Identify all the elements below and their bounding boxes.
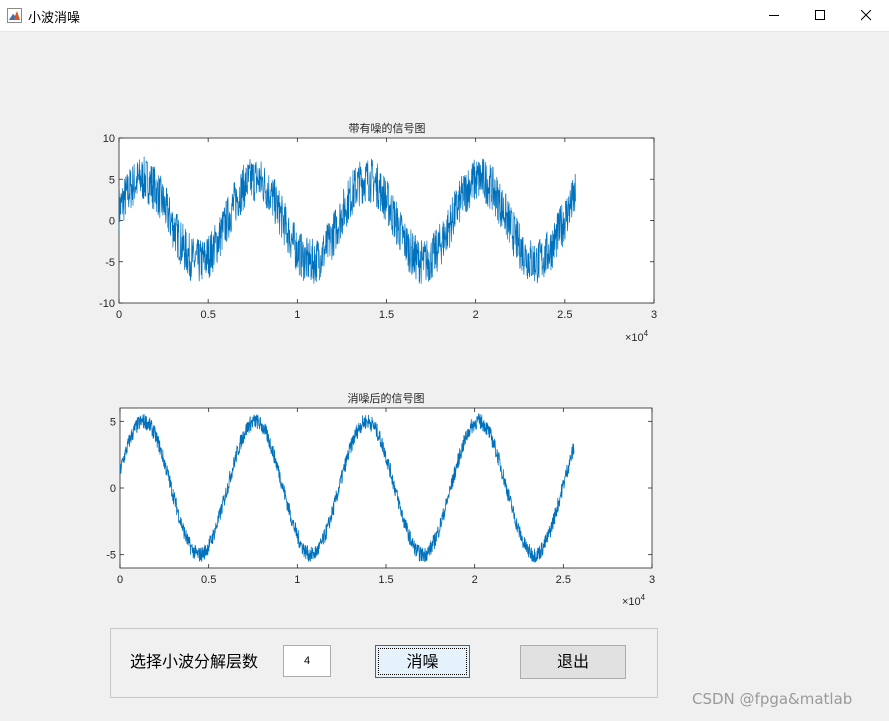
x-tick-label: 1: [294, 309, 300, 321]
denoise-button[interactable]: 消噪: [375, 645, 470, 678]
x-tick-label: 2.5: [557, 309, 572, 321]
x-exponent: ×104: [625, 329, 649, 344]
y-tick-label: 0: [109, 216, 115, 228]
x-tick-label: 2: [472, 574, 478, 586]
x-tick-label: 0: [116, 309, 122, 321]
y-tick-label: 5: [110, 416, 116, 428]
y-tick-label: -5: [106, 550, 116, 562]
x-tick-label: 0.5: [201, 309, 216, 321]
decomposition-level-label: 选择小波分解层数: [130, 652, 259, 671]
x-tick-label: 2.5: [556, 574, 571, 586]
x-tick-label: 1.5: [378, 574, 393, 586]
y-tick-label: -5: [105, 257, 115, 269]
x-tick-label: 1.5: [379, 309, 394, 321]
figure-canvas: 带有噪的信号图 0 0.5 1 1.5 2 2.5 31050-5-10 ×104 消噪后的…: [99, 121, 657, 608]
x-tick-label: 0.5: [201, 574, 216, 586]
x-tick-label: 3: [649, 574, 655, 586]
axes-box: [119, 407, 653, 569]
denoised-signal-axes[interactable]: 消噪后的信号图 0 0.5 1 1.5 2 2.5 350-5 ×104: [106, 391, 655, 608]
exit-button[interactable]: 退出: [520, 645, 626, 679]
axes-title: 带有噪的信号图: [349, 121, 426, 135]
y-tick-label: 0: [110, 483, 116, 495]
y-tick-label: 10: [103, 133, 115, 145]
x-tick-label: 0: [117, 574, 123, 586]
x-tick-label: 2: [473, 309, 479, 321]
axes-title: 消噪后的信号图: [348, 391, 425, 405]
decomposition-level-input[interactable]: 4: [283, 645, 331, 677]
x-tick-label: 3: [651, 309, 657, 321]
x-exponent: ×104: [622, 593, 646, 608]
x-tick-label: 1: [294, 574, 300, 586]
noisy-signal-axes[interactable]: 带有噪的信号图 0 0.5 1 1.5 2 2.5 3 10 5 0 -5 -10 ×104: [99, 121, 657, 344]
y-tick-label: -10: [99, 298, 115, 310]
y-tick-label: 5: [109, 174, 115, 186]
watermark: CSDN @fpga&matlab: [692, 690, 853, 708]
